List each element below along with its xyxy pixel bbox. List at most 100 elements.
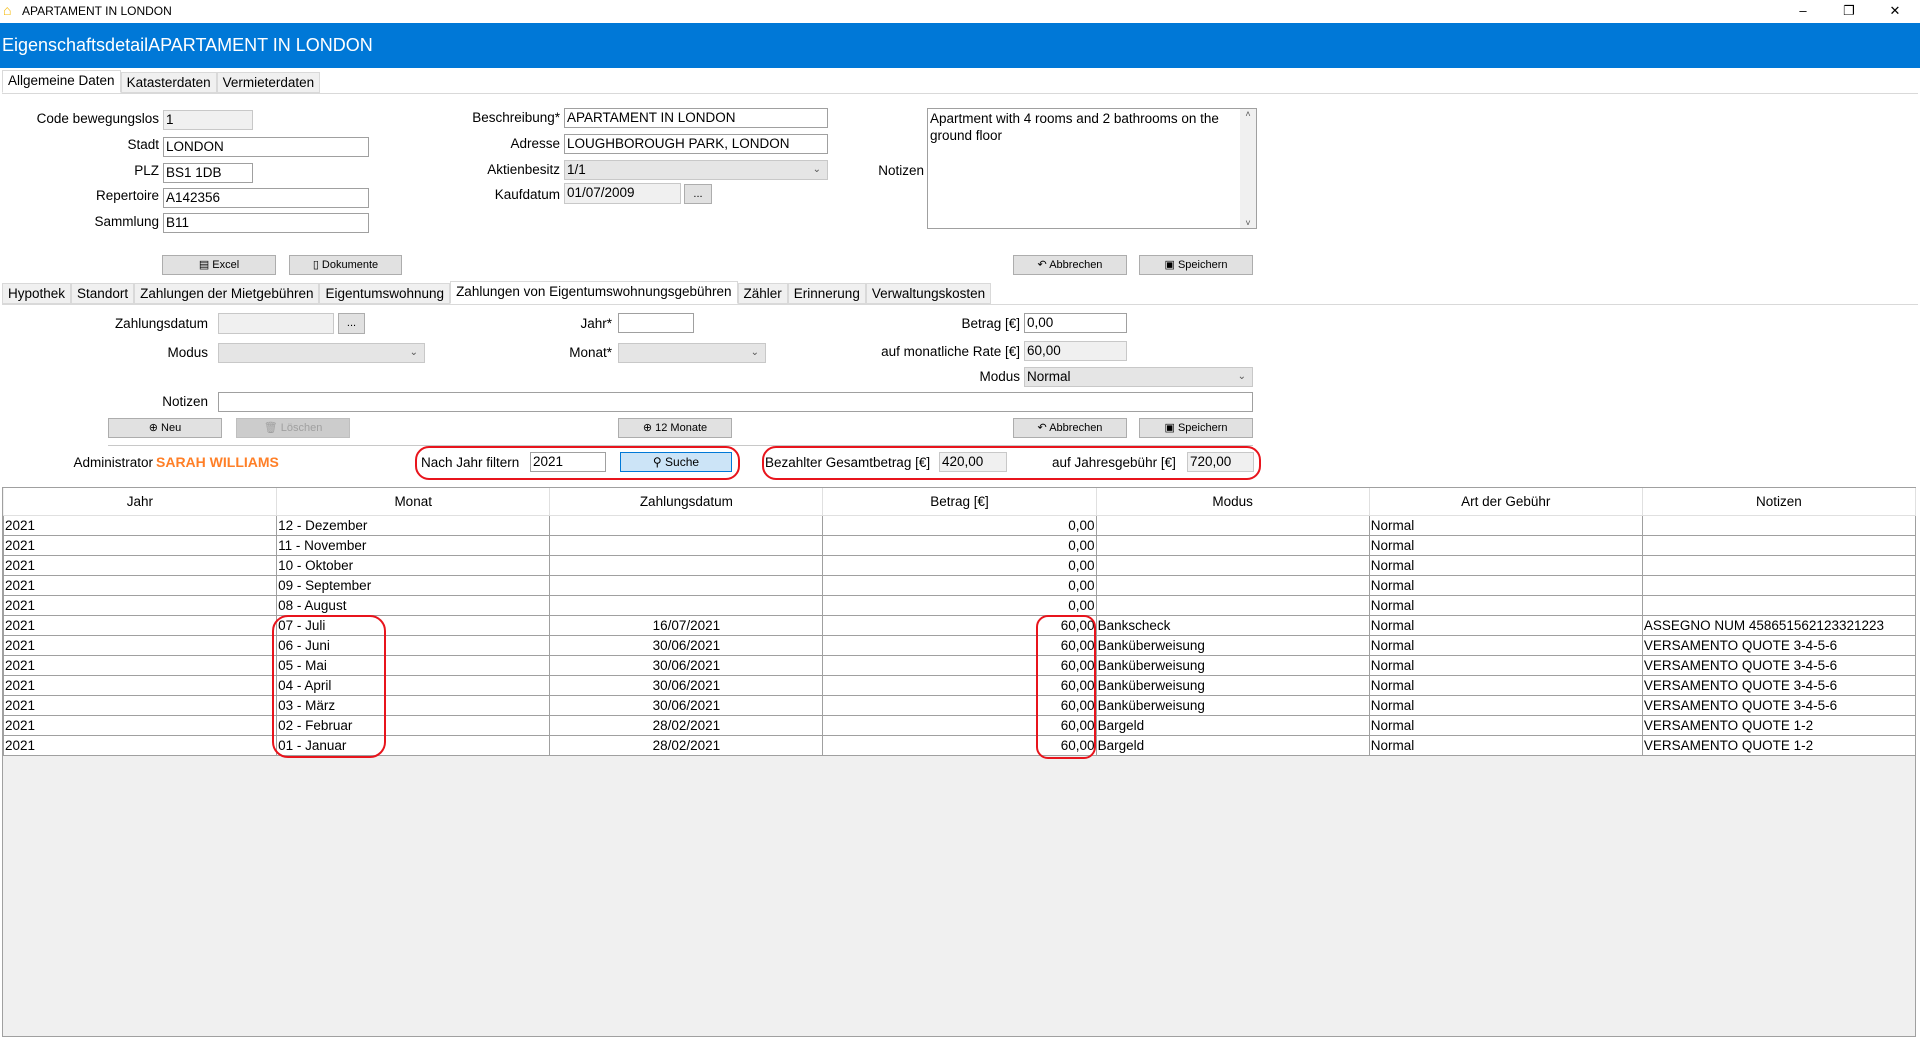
top-tabs: Allgemeine Daten Katasterdaten Vermieter… <box>2 70 321 95</box>
tab-allgemeine-daten[interactable]: Allgemeine Daten <box>2 70 121 93</box>
minimize-button[interactable]: – <box>1780 0 1826 22</box>
stadt-field[interactable]: LONDON <box>163 137 369 157</box>
cell-jahr: 2021 <box>2 514 278 536</box>
restore-button[interactable]: ❐ <box>1826 0 1872 22</box>
sub-tabs: Hypothek Standort Zahlungen der Mietgebü… <box>2 281 992 306</box>
speichern-button[interactable]: ▣ Speichern <box>1139 255 1253 275</box>
tab-katasterdaten[interactable]: Katasterdaten <box>120 72 217 93</box>
annual-field: 720,00 <box>1187 452 1254 472</box>
filter-year-field[interactable]: 2021 <box>530 452 606 472</box>
cell-monat: 12 - Dezember <box>276 514 551 536</box>
suche-button[interactable]: ⚲ Suche <box>620 452 732 472</box>
rate-label: auf monatliche Rate [€] <box>881 344 1020 359</box>
code-field[interactable]: 1 <box>163 110 253 130</box>
dokumente-button[interactable]: ▯ Dokumente <box>289 255 402 275</box>
monat-select[interactable]: ⌄ <box>618 343 766 363</box>
zwoelf-monate-button[interactable]: ⊕ 12 Monate <box>618 418 732 438</box>
table-row[interactable]: 2021 09 - September 0,00 Normal <box>2 574 1917 596</box>
column-header-modus[interactable]: Modus <box>1096 488 1370 516</box>
payment-notizen-label: Notizen <box>162 394 208 409</box>
cell-notizen <box>1641 534 1917 556</box>
close-button[interactable]: ✕ <box>1872 0 1918 22</box>
tab-zaehler[interactable]: Zähler <box>737 283 788 304</box>
tab-vermieterdaten[interactable]: Vermieterdaten <box>216 72 321 93</box>
column-header-zahlungsdatum[interactable]: Zahlungsdatum <box>549 488 824 516</box>
tab-eigentumswohnung[interactable]: Eigentumswohnung <box>319 283 451 304</box>
divider <box>2 93 1918 94</box>
table-row[interactable]: 2021 11 - November 0,00 Normal <box>2 534 1917 556</box>
cell-notizen <box>1641 554 1917 576</box>
scroll-up-icon[interactable]: ˄ <box>1240 109 1256 119</box>
loeschen-button[interactable]: 🗑 Löschen <box>236 418 350 438</box>
cell-notizen: VERSAMENTO QUOTE 1-2 <box>1641 714 1917 736</box>
modus-select[interactable]: ⌄ <box>218 343 425 363</box>
column-header-monat[interactable]: Monat <box>276 488 551 516</box>
zahlungsdatum-picker-button[interactable]: ... <box>338 313 365 334</box>
repertoire-field[interactable]: A142356 <box>163 188 369 208</box>
tab-verwaltungskosten[interactable]: Verwaltungskosten <box>865 283 992 304</box>
tab-zahlungen-eigentumswohnungsgebuehren[interactable]: Zahlungen von Eigentumswohnungsgebühren <box>450 281 738 304</box>
sammlung-label: Sammlung <box>94 214 159 229</box>
betrag-field[interactable]: 0,00 <box>1024 313 1127 333</box>
annual-label: auf Jahresgebühr [€] <box>1052 455 1176 470</box>
zahlungsdatum-label: Zahlungsdatum <box>114 316 208 331</box>
undo-icon: ↶ <box>1037 422 1050 434</box>
beschreibung-field[interactable]: APARTAMENT IN LONDON <box>564 108 828 128</box>
cell-zahlungsdatum: 30/06/2021 <box>549 654 824 676</box>
excel-button[interactable]: ▤ Excel <box>162 255 276 275</box>
cell-art: Normal <box>1368 734 1643 756</box>
cell-zahlungsdatum: 30/06/2021 <box>549 694 824 716</box>
cell-art: Normal <box>1368 614 1643 636</box>
table-row[interactable]: 2021 10 - Oktober 0,00 Normal <box>2 554 1917 576</box>
notizen-scrollbar[interactable]: ˄ ˅ <box>1240 109 1256 228</box>
cell-art: Normal <box>1368 594 1643 616</box>
cell-notizen <box>1641 514 1917 536</box>
cell-jahr: 2021 <box>2 714 278 736</box>
tab-zahlungen-mietgebuehren[interactable]: Zahlungen der Mietgebühren <box>134 283 320 304</box>
document-icon: ▯ <box>312 259 322 271</box>
notizen-textarea[interactable]: Apartment with 4 rooms and 2 bathrooms o… <box>927 108 1257 229</box>
aktienbesitz-select[interactable]: 1/1 ⌄ <box>564 160 828 180</box>
table-row[interactable]: 2021 08 - August 0,00 Normal <box>2 594 1917 616</box>
tab-erinnerung[interactable]: Erinnerung <box>787 283 866 304</box>
payment-notizen-field[interactable] <box>218 392 1253 412</box>
cell-betrag: 0,00 <box>822 514 1097 536</box>
column-header-betrag[interactable]: Betrag [€] <box>822 488 1097 516</box>
table-row[interactable]: 2021 12 - Dezember 0,00 Normal <box>2 514 1917 536</box>
column-header-jahr[interactable]: Jahr <box>3 488 278 516</box>
jahr-field[interactable] <box>618 313 694 333</box>
abbrechen-button[interactable]: ↶ Abbrechen <box>1013 255 1127 275</box>
cell-notizen: ASSEGNO NUM 458651562123321223 <box>1641 614 1917 636</box>
payment-speichern-button[interactable]: ▣ Speichern <box>1139 418 1253 438</box>
chevron-down-icon: ⌄ <box>812 164 821 175</box>
excel-icon: ▤ <box>198 259 213 271</box>
cell-art: Normal <box>1368 514 1643 536</box>
kaufdatum-field[interactable]: 01/07/2009 <box>564 183 681 204</box>
cell-jahr: 2021 <box>2 594 278 616</box>
cell-art: Normal <box>1368 574 1643 596</box>
admin-name: SARAH WILLIAMS <box>156 454 279 470</box>
cell-notizen <box>1641 574 1917 596</box>
cell-jahr: 2021 <box>2 614 278 636</box>
tab-standort[interactable]: Standort <box>71 283 135 304</box>
sammlung-field[interactable]: B11 <box>163 213 369 233</box>
column-header-notizen[interactable]: Notizen <box>1642 488 1917 516</box>
cell-art: Normal <box>1368 534 1643 556</box>
payment-abbrechen-button[interactable]: ↶ Abbrechen <box>1013 418 1127 438</box>
tab-hypothek[interactable]: Hypothek <box>2 283 72 304</box>
scroll-down-icon[interactable]: ˅ <box>1240 218 1256 228</box>
kaufdatum-picker-button[interactable]: ... <box>684 184 712 204</box>
cell-monat: 11 - November <box>276 534 551 556</box>
adresse-field[interactable]: LOUGHBOROUGH PARK, LONDON <box>564 134 828 154</box>
modus2-select[interactable]: Normal ⌄ <box>1024 367 1253 387</box>
zahlungsdatum-field[interactable] <box>218 313 334 334</box>
neu-button[interactable]: ⊕ Neu <box>108 418 222 438</box>
modus2-label: Modus <box>979 369 1020 384</box>
page-title: EigenschaftsdetailAPARTAMENT IN LONDON <box>0 23 1920 68</box>
column-header-art[interactable]: Art der Gebühr <box>1369 488 1643 516</box>
beschreibung-label: Beschreibung* <box>472 110 560 125</box>
plz-field[interactable]: BS1 1DB <box>163 163 253 183</box>
cell-modus <box>1095 594 1370 616</box>
repertoire-label: Repertoire <box>95 188 159 203</box>
jahr-label: Jahr* <box>580 316 612 331</box>
